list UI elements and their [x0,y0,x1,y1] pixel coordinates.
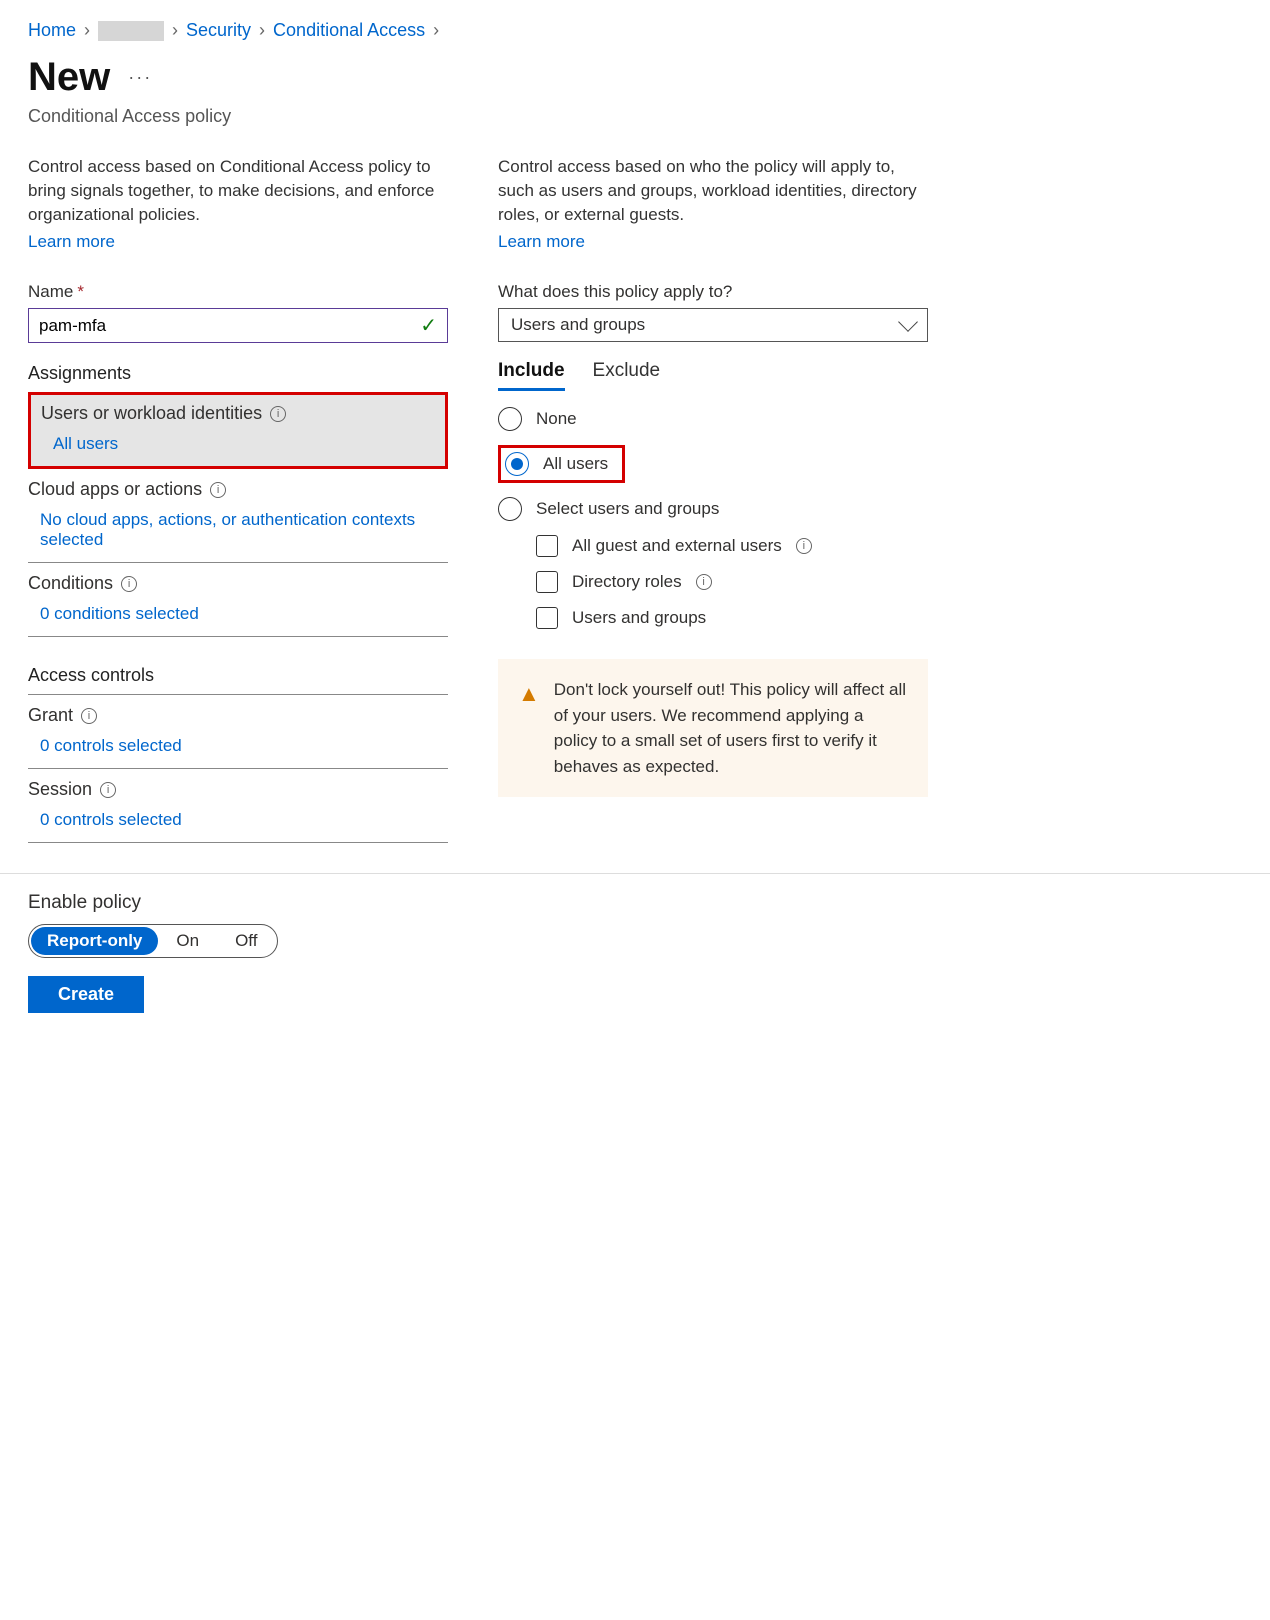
apply-to-value: Users and groups [511,315,645,335]
toggle-report-only[interactable]: Report-only [31,927,158,955]
check-guests-label: All guest and external users [572,536,782,556]
radio-all-users-highlight: All users [498,445,625,483]
check-directory-roles[interactable]: Directory roles i [536,571,928,593]
breadcrumb-home[interactable]: Home [28,20,76,41]
info-icon[interactable]: i [696,574,712,590]
radio-icon [498,497,522,521]
info-icon[interactable]: i [210,482,226,498]
radio-none-label: None [536,409,577,429]
learn-more-link-right[interactable]: Learn more [498,232,585,252]
section-session[interactable]: Session i 0 controls selected [28,769,448,843]
radio-all-users-label: All users [543,454,608,474]
chevron-down-icon [898,312,918,332]
check-guests[interactable]: All guest and external users i [536,535,928,557]
tab-exclude[interactable]: Exclude [593,354,661,391]
section-grant-value[interactable]: 0 controls selected [40,736,448,756]
more-actions-icon[interactable]: ··· [128,67,152,88]
learn-more-link[interactable]: Learn more [28,232,115,252]
name-input-wrapper[interactable]: ✓ [28,308,448,343]
warning-text: Don't lock yourself out! This policy wil… [554,677,908,779]
footer-divider [0,873,1270,874]
checkmark-icon: ✓ [420,313,437,338]
chevron-right-icon: › [172,20,178,41]
warning-callout: ▲ Don't lock yourself out! This policy w… [498,659,928,797]
radio-icon [498,407,522,431]
access-controls-heading: Access controls [28,665,448,686]
check-ug-label: Users and groups [572,608,706,628]
info-icon[interactable]: i [270,406,286,422]
breadcrumb-conditional-access[interactable]: Conditional Access [273,20,425,41]
chevron-right-icon: › [84,20,90,41]
enable-policy-label: Enable policy [28,892,1242,914]
apply-to-select[interactable]: Users and groups [498,308,928,342]
warning-icon: ▲ [518,677,540,779]
apply-to-label: What does this policy apply to? [498,282,928,302]
section-users-title: Users or workload identities [41,403,262,424]
create-button[interactable]: Create [28,976,144,1013]
radio-none[interactable]: None [498,407,928,431]
section-grant[interactable]: Grant i 0 controls selected [28,694,448,769]
section-users-value[interactable]: All users [53,434,435,454]
toggle-off[interactable]: Off [217,927,275,955]
section-conditions-title: Conditions [28,573,113,594]
breadcrumb-redacted[interactable] [98,21,164,41]
info-icon[interactable]: i [100,782,116,798]
page-subtitle: Conditional Access policy [28,106,1242,127]
section-conditions-value[interactable]: 0 conditions selected [40,604,448,624]
section-users-identities[interactable]: Users or workload identities i All users [28,392,448,469]
toggle-on[interactable]: On [158,927,217,955]
enable-policy-toggle[interactable]: Report-only On Off [28,924,278,958]
info-icon[interactable]: i [796,538,812,554]
include-exclude-tabs: Include Exclude [498,354,928,391]
breadcrumb-security[interactable]: Security [186,20,251,41]
section-session-title: Session [28,779,92,800]
radio-select-users-label: Select users and groups [536,499,719,519]
check-roles-label: Directory roles [572,572,682,592]
radio-select-users[interactable]: Select users and groups [498,497,928,521]
name-label: Name* [28,282,448,302]
info-icon[interactable]: i [121,576,137,592]
checkbox-icon [536,571,558,593]
check-users-groups[interactable]: Users and groups [536,607,928,629]
assignments-heading: Assignments [28,363,448,384]
chevron-right-icon: › [433,20,439,41]
section-apps-title: Cloud apps or actions [28,479,202,500]
checkbox-icon [536,535,558,557]
breadcrumb: Home › › Security › Conditional Access › [28,20,1242,41]
page-title: New [28,55,110,100]
info-icon[interactable]: i [81,708,97,724]
chevron-right-icon: › [259,20,265,41]
section-conditions[interactable]: Conditions i 0 conditions selected [28,563,448,637]
section-cloud-apps[interactable]: Cloud apps or actions i No cloud apps, a… [28,469,448,563]
radio-all-users[interactable]: All users [505,452,608,476]
radio-icon [505,452,529,476]
tab-include[interactable]: Include [498,354,565,391]
left-description: Control access based on Conditional Acce… [28,155,448,226]
section-apps-value[interactable]: No cloud apps, actions, or authenticatio… [40,510,448,550]
section-session-value[interactable]: 0 controls selected [40,810,448,830]
section-grant-title: Grant [28,705,73,726]
name-input[interactable] [39,316,420,336]
required-star-icon: * [77,282,84,301]
checkbox-icon [536,607,558,629]
right-description: Control access based on who the policy w… [498,155,928,226]
